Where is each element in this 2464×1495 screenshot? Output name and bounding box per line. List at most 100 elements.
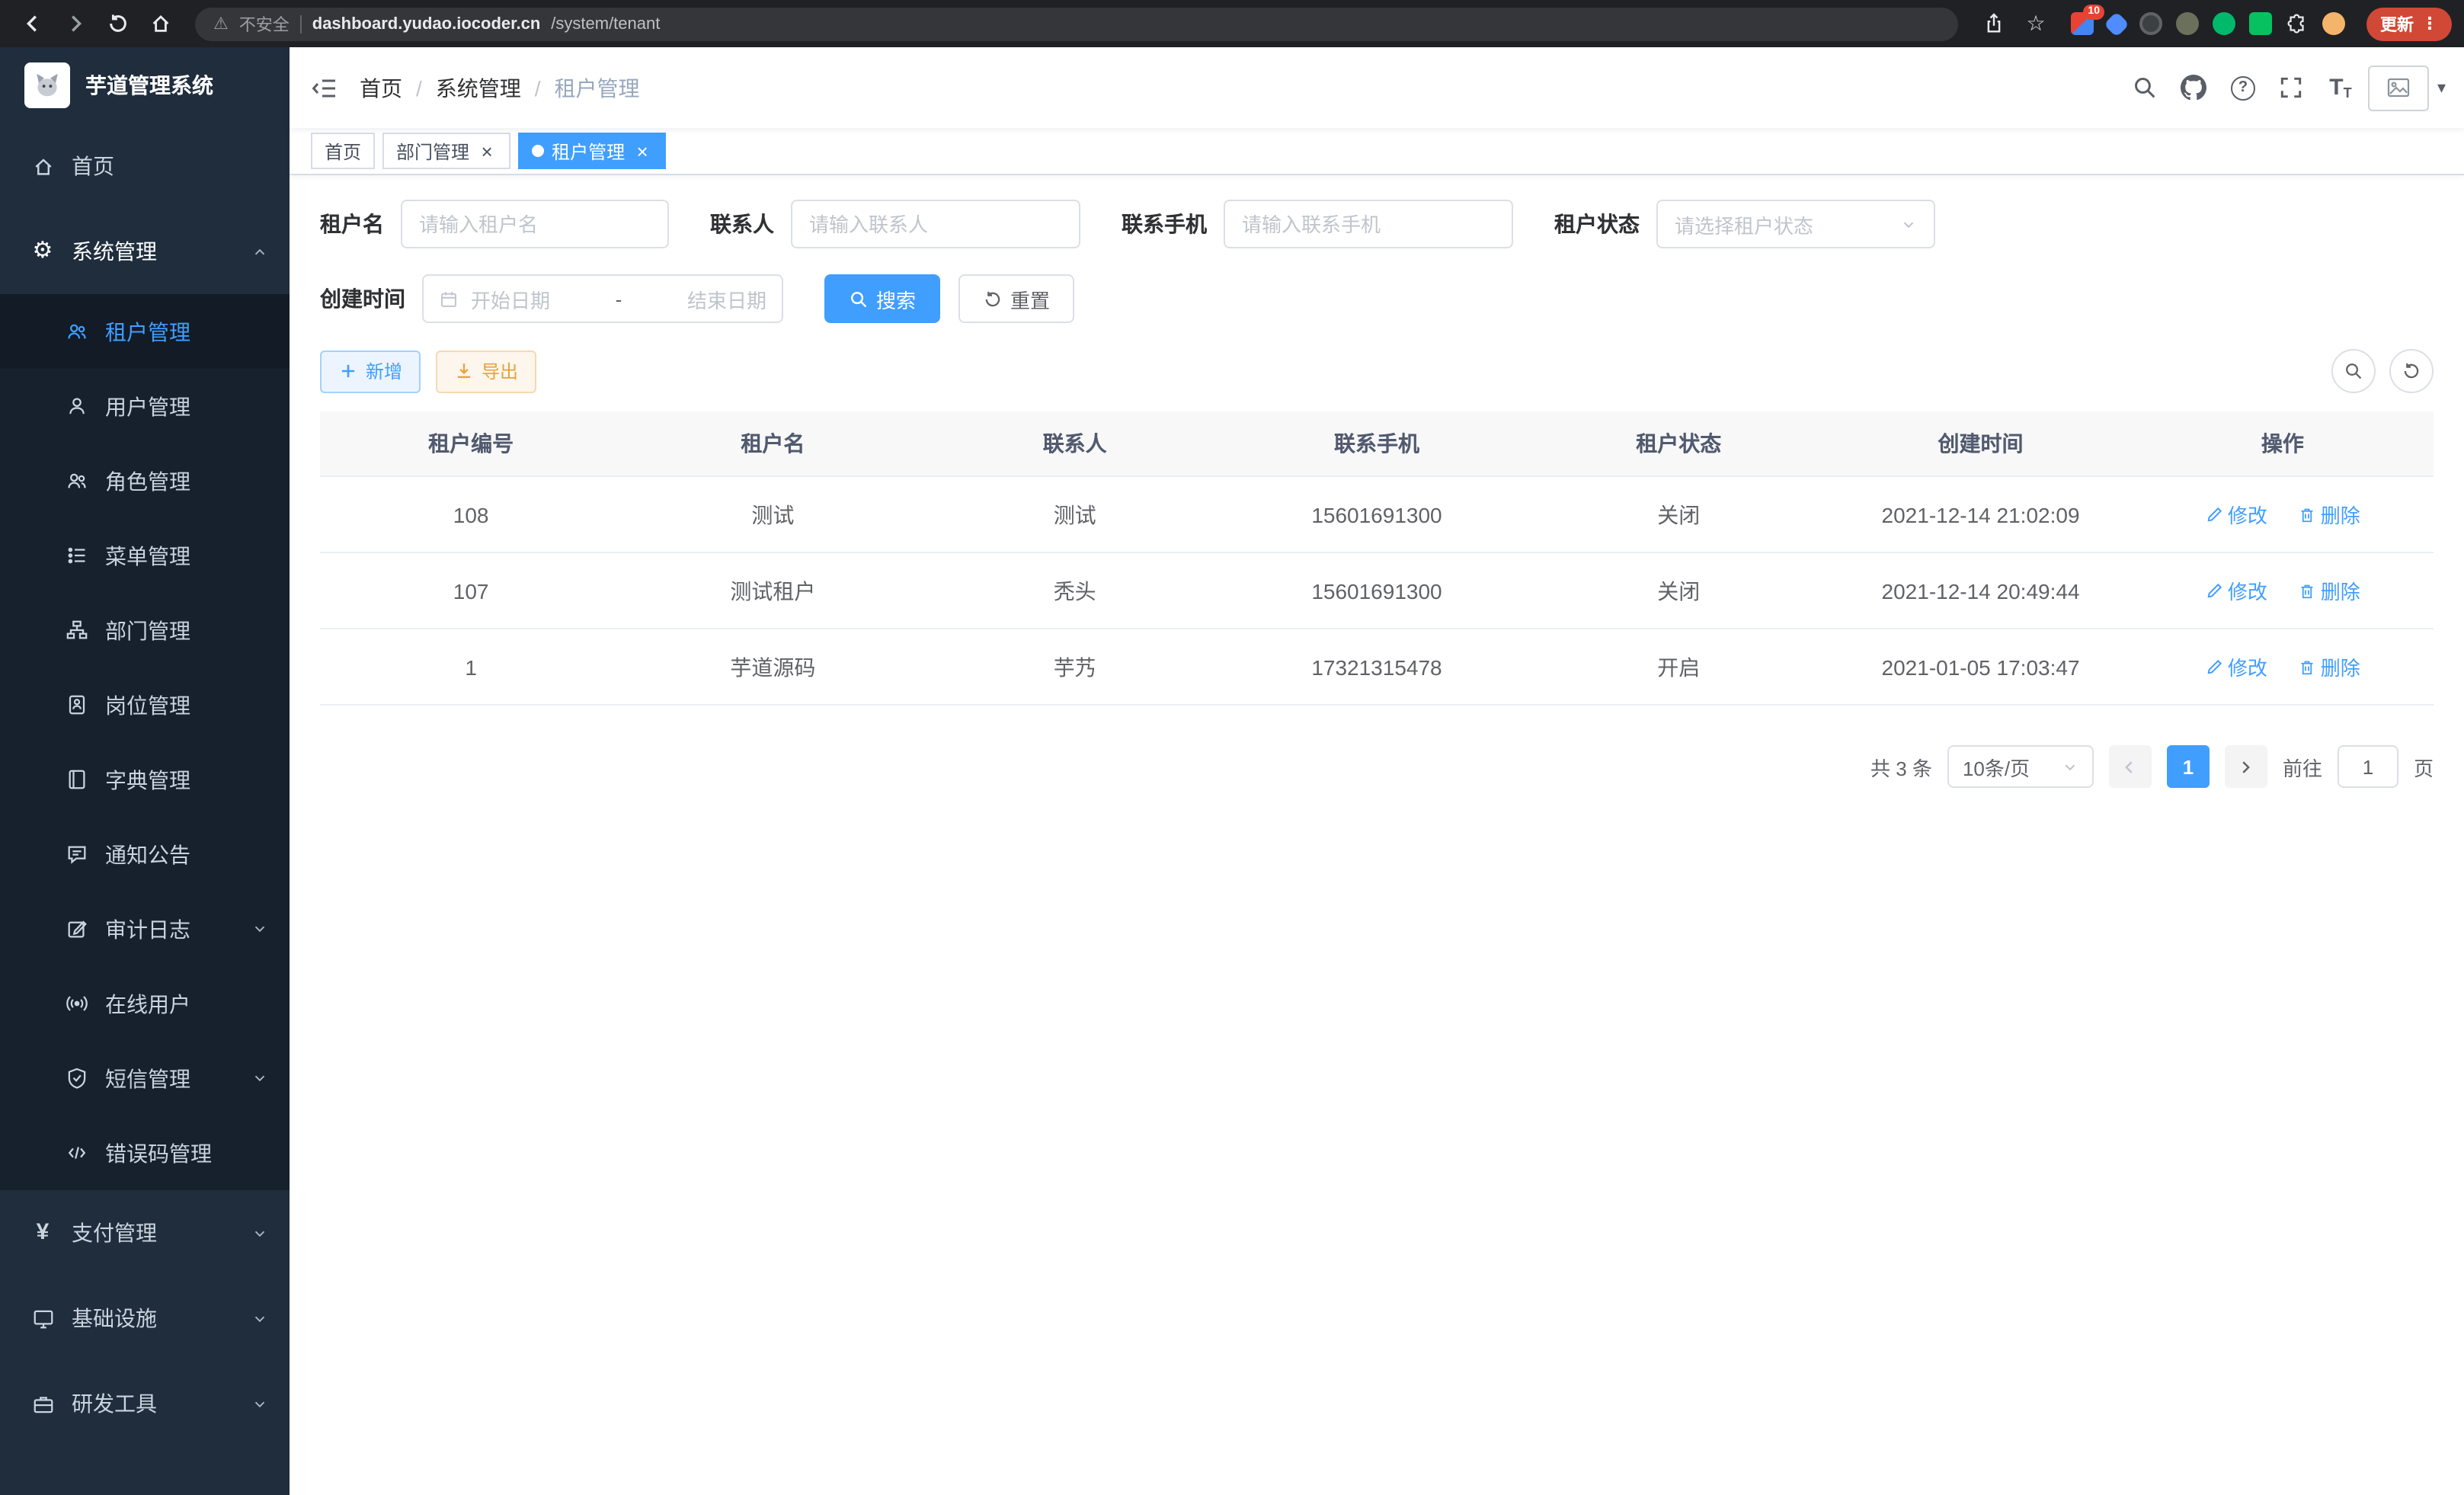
field-label: 联系人 xyxy=(710,209,774,239)
avatar-caret-icon[interactable]: ▾ xyxy=(2437,78,2446,98)
extension-icon-4[interactable] xyxy=(2176,12,2199,35)
user-icon xyxy=(64,394,88,418)
sidebar-item-label: 短信管理 xyxy=(105,1063,190,1093)
cell-contact: 秃头 xyxy=(924,552,1226,629)
sidebar-item-notice[interactable]: 通知公告 xyxy=(0,817,290,892)
sidebar-item-sms[interactable]: 短信管理 xyxy=(0,1041,290,1116)
sidebar-item-audit[interactable]: 审计日志 xyxy=(0,892,290,966)
page-number-current[interactable]: 1 xyxy=(2167,745,2210,788)
cell-tenant-name: 芋道源码 xyxy=(622,629,923,705)
date-range-picker[interactable]: 开始日期 - 结束日期 xyxy=(422,274,783,323)
bookmark-button[interactable]: ☆ xyxy=(2016,4,2056,43)
page-size-select[interactable]: 10条/页 xyxy=(1947,745,2094,788)
header-search-button[interactable] xyxy=(2125,67,2166,108)
sidebar-item-errcode[interactable]: 错误码管理 xyxy=(0,1116,290,1190)
breadcrumb-home[interactable]: 首页 xyxy=(360,72,402,103)
sidebar-item-user[interactable]: 用户管理 xyxy=(0,369,290,443)
user-avatar[interactable] xyxy=(2369,65,2430,110)
tag-dept[interactable]: 部门管理 × xyxy=(382,133,510,169)
sidebar-item-label: 基础设施 xyxy=(72,1303,157,1333)
field-label: 租户名 xyxy=(320,209,384,239)
profile-avatar[interactable] xyxy=(2322,12,2345,35)
edit-button[interactable]: 修改 xyxy=(2205,652,2267,681)
reload-icon xyxy=(106,12,129,35)
close-icon[interactable]: × xyxy=(632,141,652,161)
table-header-row: 租户编号 租户名 联系人 联系手机 租户状态 创建时间 操作 xyxy=(320,411,2434,476)
prev-page-button[interactable] xyxy=(2109,745,2152,788)
extensions-puzzle-button[interactable] xyxy=(2286,12,2309,35)
fullscreen-icon xyxy=(2279,75,2305,101)
sidebar-item-label: 支付管理 xyxy=(72,1218,157,1248)
fullscreen-button[interactable] xyxy=(2271,67,2312,108)
delete-button[interactable]: 删除 xyxy=(2298,500,2360,529)
sidebar-item-dict[interactable]: 字典管理 xyxy=(0,742,290,817)
sidebar-item-dept[interactable]: 部门管理 xyxy=(0,593,290,667)
field-label: 联系手机 xyxy=(1122,209,1207,239)
date-end-placeholder: 结束日期 xyxy=(687,284,766,313)
delete-button[interactable]: 删除 xyxy=(2298,652,2360,681)
extension-icon-2[interactable] xyxy=(2104,11,2130,37)
sidebar-item-infra[interactable]: 基础设施 xyxy=(0,1276,290,1361)
refresh-table-button[interactable] xyxy=(2389,349,2434,393)
sidebar-collapse-button[interactable] xyxy=(290,74,360,101)
col-contact: 联系人 xyxy=(924,411,1226,476)
close-icon[interactable]: × xyxy=(477,141,497,161)
col-status: 租户状态 xyxy=(1528,411,1829,476)
sidebar-item-menu[interactable]: 菜单管理 xyxy=(0,518,290,593)
signal-icon xyxy=(64,991,88,1016)
sidebar-item-home[interactable]: 首页 xyxy=(0,123,290,209)
sidebar-item-tools[interactable]: 研发工具 xyxy=(0,1361,290,1446)
cell-tenant-id: 1 xyxy=(320,629,622,705)
reset-button[interactable]: 重置 xyxy=(958,274,1074,323)
star-icon: ☆ xyxy=(2026,11,2045,37)
browser-back-button[interactable] xyxy=(12,4,52,43)
sidebar-item-label: 研发工具 xyxy=(72,1388,157,1419)
search-button[interactable]: 搜索 xyxy=(824,274,940,323)
url-domain: dashboard.yudao.iocoder.cn xyxy=(312,14,541,33)
toggle-search-button[interactable] xyxy=(2331,349,2376,393)
edit-button[interactable]: 修改 xyxy=(2205,576,2267,605)
address-bar[interactable]: ⚠ 不安全 dashboard.yudao.iocoder.cn /system… xyxy=(195,7,1958,40)
tag-home[interactable]: 首页 xyxy=(311,133,375,169)
sidebar-item-post[interactable]: 岗位管理 xyxy=(0,667,290,742)
tenant-name-input[interactable] xyxy=(401,200,669,248)
goto-page-input[interactable] xyxy=(2338,745,2398,788)
share-button[interactable] xyxy=(1973,4,2013,43)
chevron-down-icon xyxy=(251,1224,268,1241)
edit-icon xyxy=(2205,581,2223,600)
github-button[interactable] xyxy=(2174,67,2215,108)
extension-icon-3[interactable] xyxy=(2139,12,2162,35)
browser-forward-button[interactable] xyxy=(55,4,94,43)
sidebar-item-online[interactable]: 在线用户 xyxy=(0,966,290,1041)
browser-home-button[interactable] xyxy=(140,4,180,43)
extension-icon-5[interactable] xyxy=(2213,12,2235,35)
tag-tenant[interactable]: 租户管理 × xyxy=(518,133,666,169)
add-button[interactable]: 新增 xyxy=(320,350,421,392)
system-submenu: 租户管理 用户管理 角色管理 xyxy=(0,294,290,1190)
app-title: 芋道管理系统 xyxy=(85,70,213,101)
browser-update-button[interactable]: 更新 ⋮ xyxy=(2366,7,2452,40)
sidebar-item-tenant[interactable]: 租户管理 xyxy=(0,294,290,369)
browser-reload-button[interactable] xyxy=(98,4,137,43)
filter-tenant-name: 租户名 xyxy=(320,200,669,248)
delete-button[interactable]: 删除 xyxy=(2298,576,2360,605)
export-button[interactable]: 导出 xyxy=(436,350,536,392)
help-button[interactable]: ? xyxy=(2222,67,2264,108)
browser-toolbar: ⚠ 不安全 dashboard.yudao.iocoder.cn /system… xyxy=(0,0,2464,47)
sidebar-item-pay[interactable]: ¥ 支付管理 xyxy=(0,1190,290,1276)
edit-log-icon xyxy=(64,917,88,941)
mobile-input[interactable] xyxy=(1224,200,1513,248)
extension-icon-6[interactable] xyxy=(2249,12,2272,35)
sidebar-item-role[interactable]: 角色管理 xyxy=(0,443,290,518)
font-size-button[interactable]: TT xyxy=(2320,67,2361,108)
next-page-button[interactable] xyxy=(2225,745,2267,788)
github-icon xyxy=(2181,75,2207,101)
extension-icon-1[interactable]: 10 xyxy=(2071,12,2094,35)
extension-badge: 10 xyxy=(2083,5,2104,20)
breadcrumb-system[interactable]: 系统管理 xyxy=(436,72,521,103)
edit-button[interactable]: 修改 xyxy=(2205,500,2267,529)
status-select[interactable]: 请选择租户状态 xyxy=(1656,200,1935,248)
sidebar-item-label: 字典管理 xyxy=(105,764,190,795)
sidebar-item-system[interactable]: ⚙ 系统管理 xyxy=(0,209,290,294)
contact-input[interactable] xyxy=(791,200,1080,248)
